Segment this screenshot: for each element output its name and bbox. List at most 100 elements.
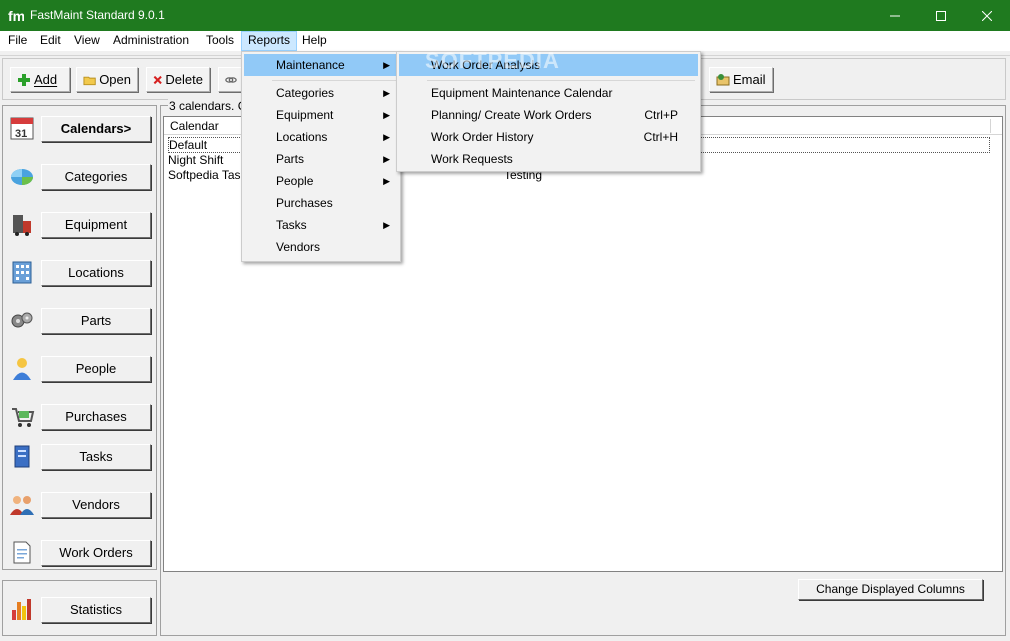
- menu-item-label: People: [276, 174, 314, 188]
- nav-tasks-button[interactable]: Tasks: [41, 444, 151, 470]
- menu-file[interactable]: File: [2, 31, 33, 51]
- nav-row-equipment: Equipment: [3, 204, 156, 244]
- menu-item-tasks[interactable]: Tasks ▶: [244, 214, 398, 236]
- menu-edit[interactable]: Edit: [34, 31, 67, 51]
- menu-item-shortcut: Ctrl+H: [643, 130, 678, 144]
- menu-separator: [427, 80, 695, 81]
- delete-button[interactable]: Delete: [146, 67, 210, 92]
- reports-menu: Maintenance ▶ Categories ▶ Equipment ▶ L…: [241, 51, 401, 262]
- menu-item-label: Parts: [276, 152, 305, 166]
- nav-row-work-orders: Work Orders: [3, 532, 156, 572]
- locations-icon: [12, 261, 32, 284]
- menu-item-planning-create-work-orders[interactable]: Planning/ Create Work Orders Ctrl+P: [399, 104, 698, 126]
- delete-icon: [153, 75, 162, 84]
- close-button[interactable]: [964, 0, 1010, 31]
- statistics-panel: Statistics: [2, 580, 157, 636]
- nav-equipment-button[interactable]: Equipment: [41, 212, 151, 238]
- vendors-icon: [10, 496, 34, 515]
- maximize-icon: [936, 10, 946, 21]
- nav-parts-button[interactable]: Parts: [41, 308, 151, 334]
- chevron-right-icon: ▶: [383, 154, 390, 164]
- nav-row-parts: Parts: [3, 300, 156, 340]
- add-button[interactable]: Add: [10, 67, 70, 92]
- menu-item-label: Equipment: [276, 108, 334, 122]
- nav-row-categories: Categories: [3, 156, 156, 196]
- maximize-button[interactable]: [918, 0, 964, 31]
- menu-item-label: Work Order History: [431, 130, 534, 144]
- change-displayed-columns-button[interactable]: Change Displayed Columns: [798, 579, 983, 600]
- menu-item-equipment[interactable]: Equipment ▶: [244, 104, 398, 126]
- menu-item-label: Vendors: [276, 240, 321, 254]
- calendar-icon: 31: [10, 117, 34, 140]
- menu-item-label: Planning/ Create Work Orders: [431, 108, 592, 122]
- nav-work-orders-button[interactable]: Work Orders: [41, 540, 151, 566]
- menu-tools[interactable]: Tools: [200, 31, 240, 51]
- list-item-name: Night Shift: [168, 153, 224, 167]
- menu-item-label: Equipment Maintenance Calendar: [431, 86, 613, 100]
- menu-reports[interactable]: Reports: [241, 31, 298, 51]
- menu-item-parts[interactable]: Parts ▶: [244, 148, 398, 170]
- link-icon: [225, 76, 237, 83]
- email-icon: [716, 73, 730, 85]
- menu-separator: [272, 80, 396, 81]
- open-label: Open: [99, 72, 131, 87]
- list-item-name: Softpedia Tas: [168, 168, 241, 182]
- nav-locations-button[interactable]: Locations: [41, 260, 151, 286]
- nav-purchases-button[interactable]: Purchases: [41, 404, 151, 430]
- purchases-icon: [12, 408, 35, 427]
- nav-row-tasks: Tasks: [3, 436, 156, 476]
- column-header-calendar[interactable]: Calendar: [170, 119, 219, 133]
- menu-item-label: Maintenance: [276, 58, 345, 72]
- nav-vendors-button[interactable]: Vendors: [41, 492, 151, 518]
- menu-item-vendors[interactable]: Vendors: [244, 236, 398, 258]
- menu-view[interactable]: View: [68, 31, 106, 51]
- column-separator: [990, 119, 991, 133]
- menu-help[interactable]: Help: [296, 31, 333, 51]
- delete-label: Delete: [165, 72, 203, 87]
- parts-icon: [11, 312, 33, 328]
- menu-item-purchases[interactable]: Purchases: [244, 192, 398, 214]
- close-icon: [982, 10, 992, 21]
- tasks-icon: [14, 445, 30, 468]
- menu-item-categories[interactable]: Categories ▶: [244, 82, 398, 104]
- minimize-button[interactable]: [872, 0, 918, 31]
- menu-item-shortcut: Ctrl+P: [644, 108, 678, 122]
- people-icon: [13, 358, 31, 380]
- menu-item-maintenance[interactable]: Maintenance ▶: [244, 54, 398, 76]
- svg-text:fm: fm: [8, 8, 24, 23]
- menu-administration[interactable]: Administration: [107, 31, 195, 51]
- svg-text:31: 31: [15, 128, 27, 140]
- add-icon: [18, 73, 30, 86]
- menu-item-label: Tasks: [276, 218, 307, 232]
- open-button[interactable]: Open: [76, 67, 138, 92]
- menu-item-work-order-history[interactable]: Work Order History Ctrl+H: [399, 126, 698, 148]
- chevron-right-icon: ▶: [383, 220, 390, 230]
- menu-item-label: Work Requests: [431, 152, 513, 166]
- menu-item-equipment-maintenance-calendar[interactable]: Equipment Maintenance Calendar: [399, 82, 698, 104]
- navigation-panel: 31 Calendars> Categories Equipment Locat…: [2, 105, 157, 570]
- nav-row-purchases: Purchases: [3, 396, 156, 436]
- statistics-button[interactable]: Statistics: [41, 597, 151, 623]
- folder-icon: [83, 76, 96, 85]
- add-label: Add: [34, 72, 58, 87]
- menu-item-locations[interactable]: Locations ▶: [244, 126, 398, 148]
- chevron-right-icon: ▶: [383, 176, 390, 186]
- list-item[interactable]: Night Shift: [168, 153, 223, 169]
- menu-item-label: Locations: [276, 130, 328, 144]
- categories-icon: [11, 169, 33, 185]
- minimize-icon: [890, 15, 900, 16]
- nav-row-locations: Locations: [3, 252, 156, 292]
- menu-item-work-requests[interactable]: Work Requests: [399, 148, 698, 170]
- menu-item-people[interactable]: People ▶: [244, 170, 398, 192]
- nav-row-statistics: Statistics: [3, 589, 156, 629]
- nav-row-people: People: [3, 348, 156, 388]
- menu-item-label: Categories: [276, 86, 335, 100]
- email-button[interactable]: Email: [709, 67, 773, 92]
- menu-item-label: Purchases: [276, 196, 333, 210]
- nav-categories-button[interactable]: Categories: [41, 164, 151, 190]
- email-label: Email: [733, 72, 766, 87]
- nav-people-button[interactable]: People: [41, 356, 151, 382]
- window-title: FastMaint Standard 9.0.1: [30, 8, 165, 22]
- nav-calendars-button[interactable]: Calendars>: [41, 116, 151, 142]
- chevron-right-icon: ▶: [383, 60, 390, 70]
